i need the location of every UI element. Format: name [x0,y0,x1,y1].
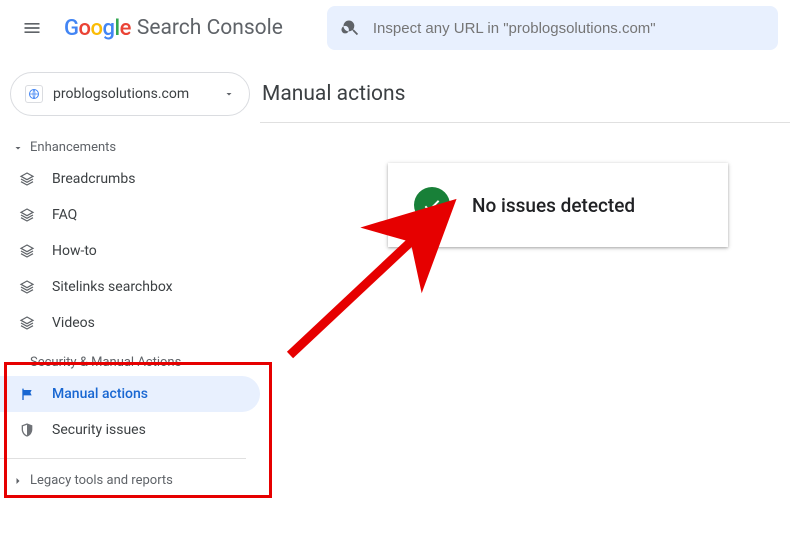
menu-button[interactable] [12,8,52,48]
layers-icon [18,207,36,223]
section-header-legacy[interactable]: Legacy tools and reports [0,467,260,494]
url-inspect-input[interactable] [373,20,764,37]
layers-icon [18,171,36,187]
page-title: Manual actions [260,82,790,123]
globe-icon [25,85,43,103]
status-card: No issues detected [388,163,728,247]
section-security: Security & Manual Actions Manual actions… [0,349,260,459]
caret-right-icon [12,475,24,487]
logo-area: Google Search Console [64,16,283,41]
section-header-security[interactable]: Security & Manual Actions [0,349,260,376]
status-message: No issues detected [472,194,635,217]
property-name: problogsolutions.com [53,86,213,102]
shield-icon [18,422,36,438]
caret-down-icon [12,357,24,369]
caret-down-icon [12,142,24,154]
app-header: Google Search Console [0,0,790,56]
google-logo: Google [64,16,131,41]
layers-icon [18,279,36,295]
main-content: Manual actions No issues detected [260,56,790,535]
sidebar-item-videos[interactable]: Videos [0,305,260,341]
section-header-enhancements[interactable]: Enhancements [0,134,260,161]
hamburger-icon [22,18,42,38]
product-name: Search Console [137,16,283,40]
search-icon [341,18,361,38]
sidebar-item-faq[interactable]: FAQ [0,197,260,233]
sidebar-item-breadcrumbs[interactable]: Breadcrumbs [0,161,260,197]
sidebar-item-howto[interactable]: How-to [0,233,260,269]
sidebar-item-security-issues[interactable]: Security issues [0,412,260,448]
divider [0,458,246,459]
section-enhancements: Enhancements Breadcrumbs FAQ How-to Site… [0,134,260,341]
layers-icon [18,315,36,331]
property-selector[interactable]: problogsolutions.com [10,72,250,116]
sidebar-item-sitelinks[interactable]: Sitelinks searchbox [0,269,260,305]
check-circle-icon [414,187,450,223]
caret-down-icon [223,88,235,100]
sidebar: problogsolutions.com Enhancements Breadc… [0,56,260,535]
flag-icon [18,386,36,402]
layers-icon [18,243,36,259]
url-inspect-search[interactable] [327,6,778,50]
sidebar-item-manual-actions[interactable]: Manual actions [0,376,260,412]
